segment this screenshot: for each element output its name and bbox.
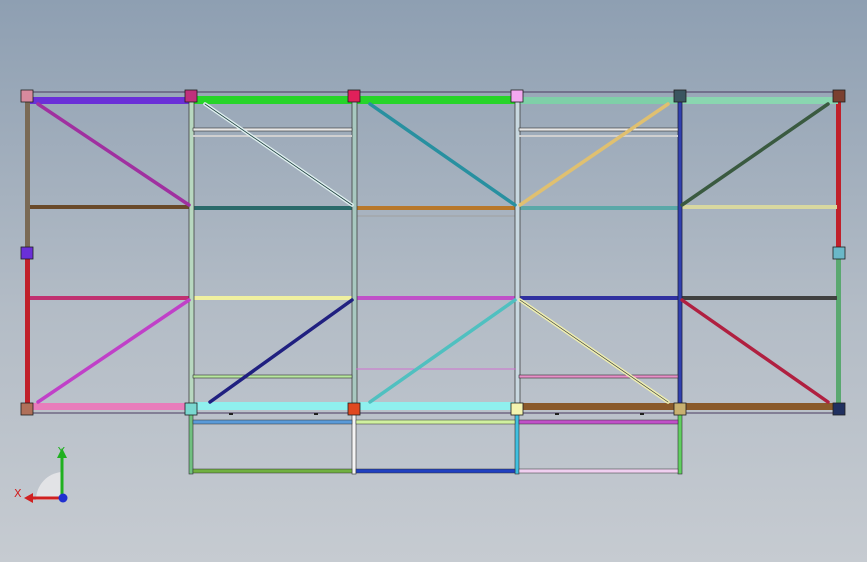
bottom-node-2[interactable] bbox=[184, 402, 198, 416]
top-chord-segment-4 bbox=[519, 97, 680, 104]
bottom-chord-segment-3 bbox=[356, 402, 517, 410]
z-axis-dot-icon bbox=[58, 493, 68, 503]
top-node-6[interactable] bbox=[832, 89, 846, 103]
truss-frame-model[interactable]: Y X bbox=[0, 0, 867, 562]
bottom-node-3[interactable] bbox=[347, 402, 361, 416]
mid-joint-nodes[interactable] bbox=[20, 246, 846, 260]
cad-viewport[interactable]: Y X bbox=[0, 0, 867, 562]
top-chord[interactable] bbox=[30, 91, 838, 104]
top-chord-segment-5 bbox=[682, 97, 838, 104]
bottom-node-5[interactable] bbox=[673, 402, 687, 416]
bottom-chord-segment-2 bbox=[193, 402, 354, 410]
mid-node-2[interactable] bbox=[832, 246, 846, 260]
x-axis-label: X bbox=[14, 487, 22, 500]
bottom-chord-segment-4 bbox=[519, 403, 680, 410]
bottom-chord-segment-1 bbox=[30, 403, 191, 410]
bottom-node-1[interactable] bbox=[20, 402, 34, 416]
top-node-1[interactable] bbox=[20, 89, 34, 103]
top-node-5[interactable] bbox=[673, 89, 687, 103]
y-axis-label: Y bbox=[57, 445, 65, 458]
top-node-3[interactable] bbox=[347, 89, 361, 103]
lower-extension-frame[interactable] bbox=[188, 411, 683, 475]
bottom-chord[interactable] bbox=[30, 402, 838, 414]
top-chord-segment-2 bbox=[193, 96, 354, 104]
diagonal-bracing[interactable] bbox=[36, 102, 830, 404]
bottom-node-6[interactable] bbox=[832, 402, 846, 416]
triad-plane-icon bbox=[35, 472, 62, 500]
top-node-4[interactable] bbox=[510, 89, 524, 103]
top-node-2[interactable] bbox=[184, 89, 198, 103]
bottom-node-4[interactable] bbox=[510, 402, 524, 416]
bottom-chord-segment-5 bbox=[682, 403, 838, 410]
axis-triad: Y X bbox=[14, 445, 68, 503]
bay-secondary-members[interactable] bbox=[192, 127, 679, 379]
mid-horizontal-lower[interactable] bbox=[30, 296, 837, 300]
top-chord-segment-1 bbox=[30, 97, 191, 104]
top-chord-segment-3 bbox=[356, 96, 517, 104]
mid-horizontal-upper[interactable] bbox=[30, 205, 837, 217]
mid-node-1[interactable] bbox=[20, 246, 34, 260]
